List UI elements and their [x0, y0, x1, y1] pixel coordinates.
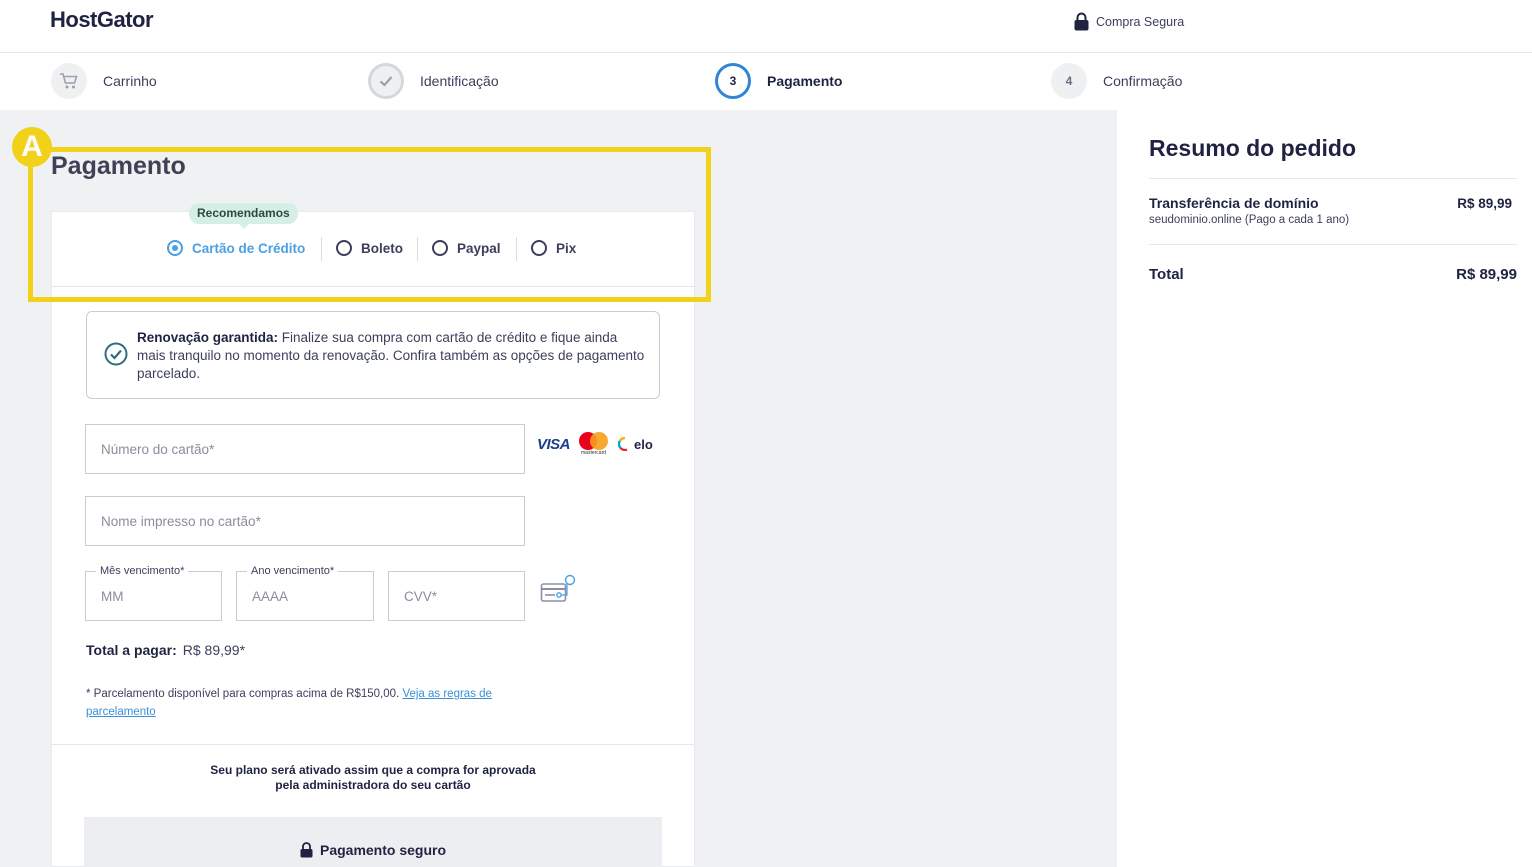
- lock-icon: [1074, 12, 1089, 31]
- step-confirmation[interactable]: 4 Confirmação: [1051, 63, 1182, 99]
- step-label: Confirmação: [1103, 73, 1183, 89]
- summary-item-name: Transferência de domínio: [1149, 195, 1319, 211]
- summary-item-detail: seudominio.online (Pago a cada 1 ano): [1149, 214, 1350, 226]
- card-name-input[interactable]: [86, 497, 524, 545]
- cvv-field[interactable]: [388, 571, 525, 621]
- card-number-field[interactable]: [85, 424, 525, 474]
- elo-text: elo: [634, 436, 653, 452]
- installment-note: * Parcelamento disponível para compras a…: [86, 685, 536, 721]
- activation-line-2: pela administradora do seu cartão: [275, 778, 471, 792]
- step-identification[interactable]: Identificação: [368, 63, 499, 99]
- cvv-card-icon[interactable]: [540, 574, 578, 606]
- mastercard-logo: mastercard: [579, 432, 609, 456]
- visa-logo: VISA: [537, 435, 571, 453]
- annotation-marker: A: [12, 127, 52, 167]
- elo-logo: elo: [618, 437, 653, 452]
- installment-note-text: * Parcelamento disponível para compras a…: [86, 688, 400, 700]
- checkout-steps: Carrinho Identificação 3 Pagamento 4 Con…: [0, 54, 1532, 110]
- step-label: Pagamento: [767, 73, 843, 89]
- summary-item-price: R$ 89,99: [1457, 196, 1512, 211]
- check-icon: [368, 63, 404, 99]
- secure-payment-box: Pagamento seguro: [84, 817, 662, 867]
- card-name-field[interactable]: [85, 496, 525, 546]
- check-circle-icon: [104, 342, 128, 366]
- secure-purchase: Compra Segura: [1074, 12, 1184, 31]
- section-divider: [52, 744, 694, 745]
- cvv-input[interactable]: [389, 572, 524, 620]
- secure-purchase-label: Compra Segura: [1096, 14, 1185, 29]
- summary-total-price: R$ 89,99: [1456, 266, 1517, 283]
- mastercard-text: mastercard: [581, 450, 607, 456]
- activation-note: Seu plano será ativado assim que a compr…: [86, 763, 660, 793]
- elo-icon: [618, 437, 628, 451]
- site-header: HostGator Compra Segura: [0, 0, 1532, 53]
- summary-total-label: Total: [1149, 266, 1184, 283]
- total-to-pay-label: Total a pagar:: [86, 642, 177, 658]
- step-number: 3: [715, 63, 751, 99]
- expiry-year-input[interactable]: [237, 572, 373, 620]
- cart-icon: [51, 63, 87, 99]
- expiry-month-field[interactable]: Mês vencimento*: [85, 565, 222, 621]
- renewal-info-box: Renovação garantida: Finalize sua compra…: [86, 311, 660, 399]
- order-summary-title: Resumo do pedido: [1149, 135, 1356, 161]
- hostgator-logo[interactable]: HostGator: [50, 7, 154, 33]
- divider: [1149, 178, 1517, 179]
- secure-payment-label: Pagamento seguro: [319, 842, 447, 858]
- highlight-box: [28, 147, 711, 302]
- total-to-pay-value: R$ 89,99*: [182, 642, 246, 658]
- total-to-pay: Total a pagar: R$ 89,99*: [86, 642, 245, 658]
- lock-icon: [300, 842, 313, 858]
- renewal-info-title: Renovação garantida:: [137, 330, 279, 345]
- step-label: Carrinho: [103, 73, 157, 89]
- step-cart[interactable]: Carrinho: [51, 63, 157, 99]
- step-number: 4: [1051, 63, 1087, 99]
- activation-line-1: Seu plano será ativado assim que a compr…: [210, 763, 536, 777]
- expiry-year-field[interactable]: Ano vencimento*: [236, 565, 374, 621]
- divider: [1149, 244, 1517, 245]
- step-payment[interactable]: 3 Pagamento: [715, 63, 842, 99]
- card-brands: VISA mastercard elo: [537, 432, 653, 456]
- expiry-month-input[interactable]: [86, 572, 221, 620]
- card-number-input[interactable]: [86, 425, 524, 473]
- renewal-info-text: Renovação garantida: Finalize sua compra…: [137, 329, 647, 383]
- step-label: Identificação: [420, 73, 499, 89]
